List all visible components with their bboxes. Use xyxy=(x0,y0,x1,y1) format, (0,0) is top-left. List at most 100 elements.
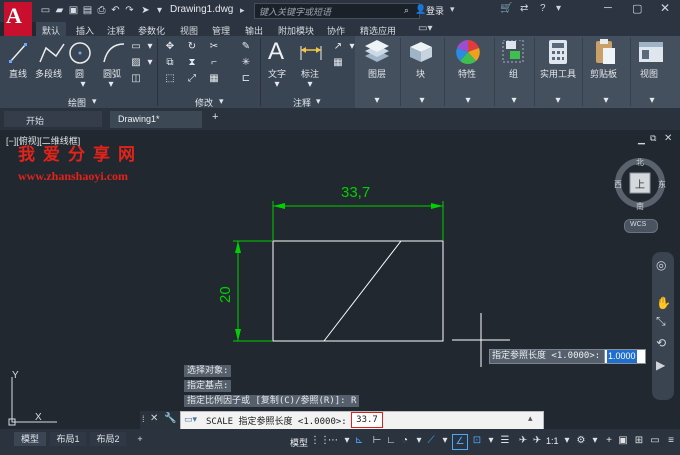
block-dropdown-icon[interactable]: ▾ xyxy=(416,95,428,106)
annotation-scale-dropdown-icon[interactable]: ▾ xyxy=(560,434,574,448)
isodraft-icon[interactable]: ⟋ xyxy=(424,434,438,448)
customization-menu-icon[interactable]: ≡ xyxy=(664,434,678,448)
copy-icon[interactable]: ⧉ xyxy=(164,57,176,68)
utilities-label[interactable]: 实用工具 xyxy=(540,67,576,80)
ortho-icon[interactable]: ∟ xyxy=(384,434,398,448)
rectangle-dropdown-icon[interactable]: ▾ xyxy=(144,41,156,52)
polyline-tool-label[interactable]: 多段线 xyxy=(35,67,62,80)
scale-icon[interactable]: ⤢ xyxy=(186,73,198,84)
zoom-extents-icon[interactable]: ⤡ xyxy=(656,314,666,329)
mirror-icon[interactable]: ⧗ xyxy=(186,57,198,68)
arc-dropdown-icon[interactable]: ▾ xyxy=(105,79,117,90)
view-dropdown-icon[interactable]: ▾ xyxy=(646,95,658,106)
group-icon[interactable] xyxy=(502,40,524,64)
viewcube-east-label[interactable]: 东 xyxy=(658,179,666,190)
share-icon[interactable]: ➤ xyxy=(140,5,151,16)
minimize-icon[interactable]: ─ xyxy=(604,2,612,14)
utilities-icon[interactable] xyxy=(548,39,568,65)
hatch-dropdown-icon[interactable]: ▾ xyxy=(144,57,156,68)
search-input[interactable]: 键入关键字或短语 xyxy=(254,3,420,19)
quick-access-dropdown-icon[interactable]: ▾ xyxy=(154,5,165,16)
command-grip-icon[interactable]: ⁞ xyxy=(142,414,145,424)
orbit-icon[interactable]: ⟲ xyxy=(656,336,666,350)
quick-properties-icon[interactable]: ⊞ xyxy=(632,434,646,448)
save-as-icon[interactable]: ▤ xyxy=(82,5,93,16)
infer-constraints-icon[interactable]: ⊾ xyxy=(352,434,366,448)
annotation-scale[interactable]: 1:1 xyxy=(546,436,559,446)
panel-modify-dropdown-icon[interactable]: ▾ xyxy=(219,96,224,107)
layout-tab-model[interactable]: 模型 xyxy=(14,432,46,446)
trim-icon[interactable]: ✂ xyxy=(208,41,220,52)
redo-icon[interactable]: ↷ xyxy=(124,5,135,16)
exchange-icon[interactable]: ⇄ xyxy=(520,3,528,14)
print-icon[interactable]: ⎙ xyxy=(96,5,107,16)
annotation-visibility-icon[interactable]: ✈ xyxy=(516,434,530,448)
showmotion-icon[interactable]: ▶ xyxy=(656,358,665,372)
fillet-icon[interactable]: ⌐ xyxy=(208,57,220,68)
close-icon[interactable]: ✕ xyxy=(660,1,670,15)
group-label[interactable]: 组 xyxy=(509,67,518,80)
help-dropdown-icon[interactable]: ▾ xyxy=(556,3,561,14)
pan-icon[interactable]: ✋ xyxy=(656,296,671,310)
properties-label[interactable]: 特性 xyxy=(458,67,476,80)
dynamic-input-icon[interactable]: ⊢ xyxy=(370,434,384,448)
command-close-icon[interactable]: ✕ xyxy=(150,413,158,424)
multileader-dropdown-icon[interactable]: ▾ xyxy=(346,41,358,52)
annotation-monitor-icon[interactable]: + xyxy=(602,434,616,448)
command-history-toggle-icon[interactable]: ▴ xyxy=(528,413,533,424)
block-icon[interactable] xyxy=(408,40,434,64)
lineweight-icon[interactable]: ☰ xyxy=(498,434,512,448)
array-icon[interactable]: ▦ xyxy=(208,73,220,84)
tab-start[interactable]: 开始 xyxy=(4,111,102,127)
help-icon[interactable]: ? xyxy=(540,3,546,14)
object-snap-icon[interactable]: ⊡ xyxy=(470,434,484,448)
utilities-dropdown-icon[interactable]: ▾ xyxy=(552,95,564,106)
polar-tracking-icon[interactable]: ◔ xyxy=(398,434,412,448)
isodraft-dropdown-icon[interactable]: ▾ xyxy=(438,434,452,448)
workspace-dropdown-icon[interactable]: ▾ xyxy=(588,434,602,448)
steering-wheel-icon[interactable]: ◎ xyxy=(656,258,666,272)
new-file-icon[interactable]: ▭ xyxy=(40,5,51,16)
multileader-icon[interactable]: ↗ xyxy=(332,41,344,52)
panel-draw-dropdown-icon[interactable]: ▾ xyxy=(92,96,97,107)
layout-tab-layout1[interactable]: 布局1 xyxy=(50,432,86,446)
view-label[interactable]: 视图 xyxy=(640,67,658,80)
text-dropdown-icon[interactable]: ▾ xyxy=(271,79,283,90)
clipboard-dropdown-icon[interactable]: ▾ xyxy=(600,95,612,106)
object-snap-tracking-icon[interactable]: ∠ xyxy=(452,434,468,450)
command-input-value[interactable]: 33.7 xyxy=(351,412,383,428)
maximize-icon[interactable]: ▢ xyxy=(632,2,642,15)
rectangle-icon[interactable]: ▭ xyxy=(130,41,142,52)
viewcube-north-label[interactable]: 北 xyxy=(636,157,644,168)
cart-icon[interactable]: 🛒 xyxy=(500,3,512,14)
layout-tab-layout2[interactable]: 布局2 xyxy=(90,432,126,446)
dimension-dropdown-icon[interactable]: ▾ xyxy=(304,79,316,90)
units-icon[interactable]: ▣ xyxy=(616,434,630,448)
properties-icon[interactable] xyxy=(454,38,482,66)
layers-dropdown-icon[interactable]: ▾ xyxy=(371,95,383,106)
app-menu-button[interactable]: A xyxy=(4,2,32,36)
explode-icon[interactable]: ✳ xyxy=(240,57,252,68)
undo-icon[interactable]: ↶ xyxy=(110,5,121,16)
new-tab-button[interactable]: + xyxy=(212,111,218,123)
layers-label[interactable]: 图层 xyxy=(368,67,386,80)
erase-icon[interactable]: ✎ xyxy=(240,41,252,52)
auto-scale-icon[interactable]: ✈ xyxy=(530,434,544,448)
login-button[interactable]: 登录 xyxy=(426,4,444,17)
wcs-menu[interactable]: WCS xyxy=(624,219,658,233)
dynamic-input-field[interactable]: 1.0000 xyxy=(604,349,646,364)
panel-annotation-dropdown-icon[interactable]: ▾ xyxy=(316,96,321,107)
table-icon[interactable]: ▦ xyxy=(332,57,344,68)
workspace-gear-icon[interactable]: ⚙ xyxy=(574,434,588,448)
block-label[interactable]: 块 xyxy=(416,67,425,80)
user-icon[interactable]: 👤 xyxy=(415,4,426,15)
recent-commands-icon[interactable]: ▭▾ xyxy=(184,414,197,425)
layers-icon[interactable] xyxy=(362,40,392,64)
view-icon[interactable] xyxy=(638,41,664,63)
ribbon-options-icon[interactable]: ▭▾ xyxy=(418,23,432,34)
grid-icon[interactable]: ⋮⋮ xyxy=(310,434,330,448)
stretch-icon[interactable]: ⬚ xyxy=(164,73,176,84)
dimension-tool-icon[interactable] xyxy=(298,42,324,62)
clean-screen-icon[interactable]: ▭ xyxy=(648,434,662,448)
command-customize-icon[interactable]: 🔧 xyxy=(164,413,176,424)
